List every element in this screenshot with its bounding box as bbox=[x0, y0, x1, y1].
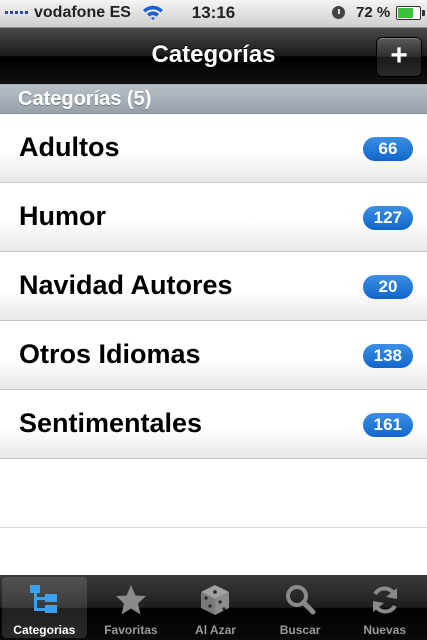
empty-row bbox=[0, 459, 427, 528]
refresh-icon bbox=[372, 586, 397, 614]
list-item-label: Navidad Autores bbox=[19, 270, 233, 300]
tab-label: Al Azar bbox=[195, 623, 236, 637]
battery-percentage: 72 % bbox=[356, 4, 391, 21]
status-bar: vodafone ES 13:16 72 % bbox=[0, 0, 427, 28]
page-title: Categorías bbox=[151, 41, 276, 68]
tab-al-azar[interactable]: Al Azar bbox=[173, 575, 258, 640]
tab-label: Buscar bbox=[279, 623, 321, 637]
list-item-label: Sentimentales bbox=[19, 408, 203, 438]
tab-favoritas[interactable]: Favoritas bbox=[89, 575, 174, 640]
count-badge: 138 bbox=[362, 344, 413, 368]
list-item-label: Humor bbox=[19, 201, 106, 231]
section-title: Categorías (5) bbox=[18, 88, 152, 110]
dice-icon bbox=[201, 585, 230, 615]
battery-icon bbox=[396, 6, 425, 20]
tab-buscar[interactable]: Buscar bbox=[258, 575, 343, 640]
tab-label: Nuevas bbox=[363, 623, 407, 637]
list-item[interactable]: Navidad Autores 20 bbox=[0, 252, 427, 321]
star-icon bbox=[115, 585, 146, 615]
hierarchy-icon bbox=[30, 585, 58, 613]
count-badge: 20 bbox=[363, 275, 413, 299]
list-item[interactable]: Humor 127 bbox=[0, 183, 427, 252]
alarm-clock-icon bbox=[332, 6, 345, 19]
tab-label: Favoritas bbox=[104, 623, 158, 637]
list-item-label: Adultos bbox=[19, 132, 120, 162]
tab-bar: Categorias Favoritas Al Azar Buscar Nuev… bbox=[0, 575, 427, 640]
list-item[interactable]: Otros Idiomas 138 bbox=[0, 321, 427, 390]
add-button[interactable]: + bbox=[376, 37, 422, 77]
tab-categorias[interactable]: Categorias bbox=[2, 577, 87, 638]
list-item[interactable]: Sentimentales 161 bbox=[0, 390, 427, 459]
count-badge: 66 bbox=[363, 137, 413, 161]
tab-nuevas[interactable]: Nuevas bbox=[342, 575, 427, 640]
magnifier-icon bbox=[286, 585, 316, 615]
count-badge: 127 bbox=[362, 206, 413, 230]
section-header: Categorías (5) bbox=[0, 84, 427, 114]
navigation-bar: Categorías + bbox=[0, 28, 427, 84]
tab-label: Categorias bbox=[13, 623, 76, 637]
category-list: Adultos 66 Humor 127 Navidad Autores 20 … bbox=[0, 114, 427, 528]
list-item[interactable]: Adultos 66 bbox=[0, 114, 427, 183]
list-item-label: Otros Idiomas bbox=[19, 339, 201, 369]
count-badge: 161 bbox=[362, 413, 413, 437]
